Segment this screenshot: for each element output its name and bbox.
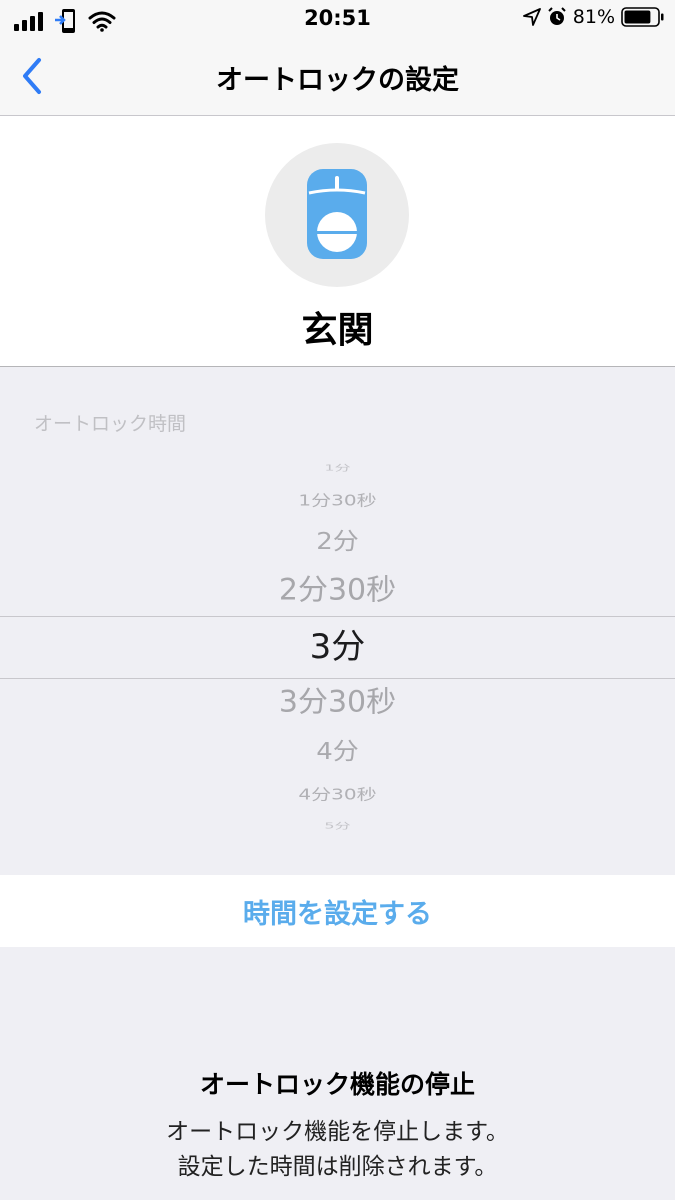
picker-option[interactable]: 2分30秒 bbox=[0, 576, 675, 605]
alarm-icon bbox=[548, 7, 566, 25]
disable-auto-lock-section: オートロック機能の停止 オートロック機能を停止します。 設定した時間は削除されま… bbox=[0, 947, 675, 1200]
set-time-button[interactable]: 時間を設定する bbox=[0, 875, 675, 947]
battery-percent: 81% bbox=[572, 6, 615, 28]
picker-selection-bottom-line bbox=[0, 678, 675, 679]
location-arrow-icon bbox=[522, 8, 541, 26]
smart-lock-icon bbox=[307, 169, 367, 259]
navigation-bar: オートロックの設定 bbox=[0, 40, 675, 116]
signal-icon bbox=[14, 12, 43, 31]
picker-option[interactable]: 2分 bbox=[0, 530, 675, 553]
call-forwarding-icon bbox=[55, 9, 75, 33]
picker-selection-top-line bbox=[0, 616, 675, 617]
picker-option[interactable]: 1分30秒 bbox=[0, 493, 675, 508]
picker-option[interactable]: 3分 bbox=[0, 630, 675, 664]
status-left bbox=[14, 8, 116, 34]
picker-option[interactable]: 4分30秒 bbox=[0, 787, 675, 802]
device-name: 玄関 bbox=[301, 310, 374, 351]
picker-label: オートロック時間 bbox=[34, 413, 187, 435]
time-picker[interactable]: 1分 1分30秒 2分 2分30秒 3分 3分30秒 4分 4分30秒 5分 bbox=[0, 464, 675, 830]
picker-option[interactable]: 1分 bbox=[0, 464, 675, 472]
device-card: 玄関 bbox=[0, 116, 675, 367]
picker-option[interactable]: 4分 bbox=[0, 740, 675, 763]
battery-icon bbox=[621, 7, 664, 27]
auto-lock-time-section: オートロック時間 1分 1分30秒 2分 2分30秒 3分 3分30秒 4分 4分30秒 5分 bbox=[0, 367, 675, 875]
wifi-icon bbox=[88, 11, 116, 32]
set-time-button-label: 時間を設定する bbox=[243, 898, 432, 930]
picker-option[interactable]: 5分 bbox=[0, 822, 675, 830]
battery-fill bbox=[624, 10, 651, 24]
disable-description-line-1: オートロック機能を停止します。 bbox=[166, 1119, 509, 1145]
device-icon-circle bbox=[265, 143, 409, 287]
disable-description-line-2: 設定した時間は削除されます。 bbox=[177, 1154, 498, 1180]
disable-auto-lock-description: オートロック機能を停止します。 設定した時間は削除されます。 bbox=[0, 1115, 675, 1185]
page-title: オートロックの設定 bbox=[216, 65, 459, 96]
status-right: 81% bbox=[522, 6, 665, 28]
status-bar: 20:51 81% bbox=[0, 0, 675, 40]
disable-auto-lock-title[interactable]: オートロック機能の停止 bbox=[0, 1065, 675, 1101]
picker-option[interactable]: 3分30秒 bbox=[0, 688, 675, 717]
